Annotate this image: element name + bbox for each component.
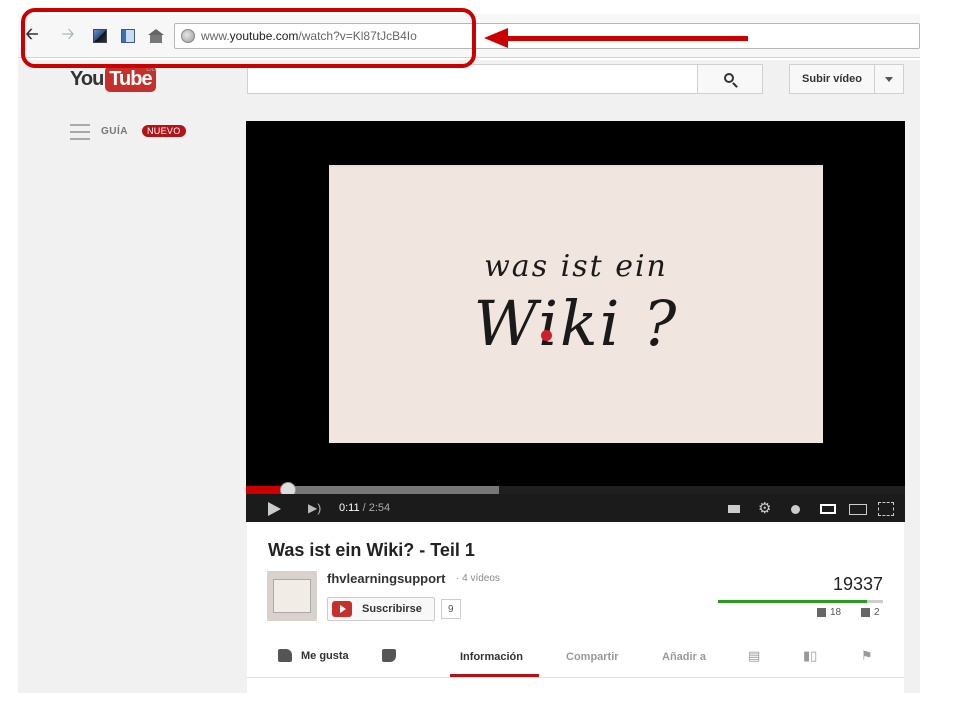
upload-dropdown-button[interactable] xyxy=(874,64,904,94)
annotation-arrow-line xyxy=(506,36,748,41)
video-frame: was ist ein Wiki ? xyxy=(329,165,823,443)
channel-name-link[interactable]: fhvlearningsupport xyxy=(327,571,445,586)
channel-avatar[interactable] xyxy=(267,571,317,621)
subscriber-count: 9 xyxy=(441,599,461,619)
annotation-arrow-head xyxy=(484,28,508,48)
divider xyxy=(247,677,904,678)
tab-share[interactable]: Compartir xyxy=(566,651,619,663)
like-thumb-icon[interactable] xyxy=(278,649,292,662)
video-player[interactable]: was ist ein Wiki ? ▶) 0:11 / 2:54 ⚙ xyxy=(246,121,905,522)
dislike-thumb-icon[interactable] xyxy=(382,649,396,662)
duration: / 2:54 xyxy=(359,502,391,514)
dislike-count: 2 xyxy=(861,607,880,618)
like-count-value: 18 xyxy=(830,607,842,618)
logo-you-text: You xyxy=(70,67,104,90)
play-icon[interactable] xyxy=(268,502,281,516)
transcript-icon[interactable]: ▤ xyxy=(748,648,760,664)
tab-add-to[interactable]: Añadir a xyxy=(662,651,706,663)
upload-video-button[interactable]: Subir vídeo xyxy=(789,64,875,94)
like-count: 18 xyxy=(817,607,841,618)
flag-icon[interactable]: ⚑ xyxy=(861,648,873,664)
sentiment-like-fill xyxy=(718,600,867,603)
search-icon xyxy=(724,73,734,83)
youtube-play-icon xyxy=(332,601,352,617)
new-badge: NUEVO xyxy=(142,125,186,137)
time-display: 0:11 / 2:54 xyxy=(339,502,390,514)
search-input[interactable] xyxy=(247,64,697,94)
tab-information[interactable]: Información xyxy=(460,651,523,663)
current-time: 0:11 xyxy=(339,502,360,514)
youtube-logo[interactable]: You Tube DE xyxy=(70,64,157,92)
like-button[interactable]: Me gusta xyxy=(301,650,349,662)
chevron-down-icon xyxy=(885,76,893,82)
statistics-icon[interactable]: ▮▯ xyxy=(803,648,817,664)
frame-text-line2: Wiki ? xyxy=(473,287,679,360)
thumbs-down-icon xyxy=(861,607,870,617)
large-player-icon[interactable] xyxy=(849,504,867,515)
guide-menu-icon[interactable] xyxy=(70,124,90,140)
channel-video-count[interactable]: · 4 vídeos xyxy=(456,573,500,584)
subscribe-label: Suscribirse xyxy=(362,603,422,615)
dislike-count-value: 2 xyxy=(874,607,880,618)
captions-icon[interactable] xyxy=(728,505,740,513)
subscribe-button[interactable]: Suscribirse xyxy=(327,597,435,621)
volume-icon[interactable]: ▶) xyxy=(308,501,321,515)
fullscreen-icon[interactable] xyxy=(878,502,894,516)
annotation-highlight-box xyxy=(21,8,476,68)
view-count: 19337 xyxy=(832,574,883,594)
annotations-icon[interactable] xyxy=(791,505,800,514)
sentiment-bar xyxy=(718,600,883,603)
video-title: Was ist ein Wiki? - Teil 1 xyxy=(268,540,475,560)
guide-label[interactable]: GUÍA xyxy=(101,126,128,137)
small-player-icon[interactable] xyxy=(820,504,836,514)
player-controls: ▶) 0:11 / 2:54 ⚙ xyxy=(246,494,905,522)
thumbs-up-icon xyxy=(817,607,826,617)
search-button[interactable] xyxy=(697,64,763,94)
frame-text-line1: was ist ein xyxy=(484,249,668,284)
heart-icon xyxy=(541,330,552,341)
gear-icon[interactable]: ⚙ xyxy=(758,499,771,517)
